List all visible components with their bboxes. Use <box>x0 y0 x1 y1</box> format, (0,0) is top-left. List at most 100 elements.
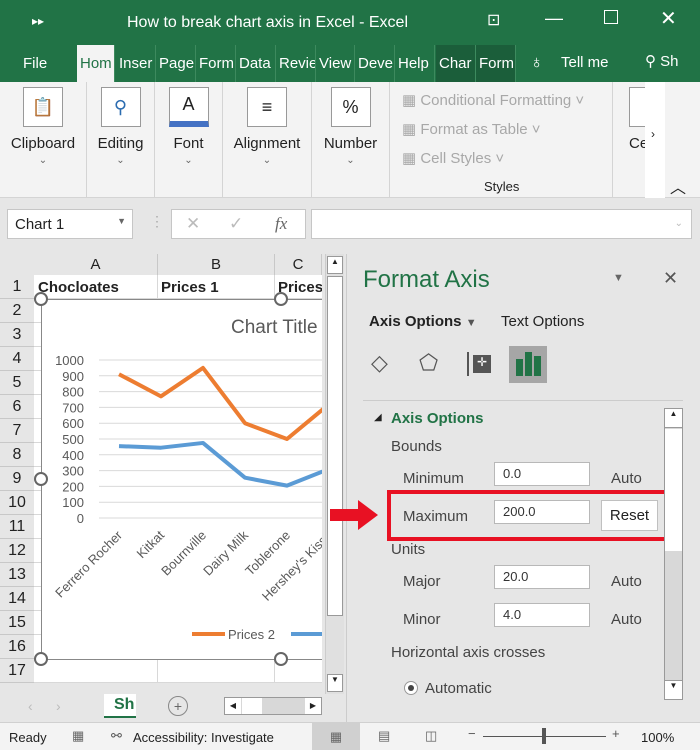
minor-input[interactable]: 4.0 <box>494 603 590 627</box>
insert-function-button[interactable]: fx <box>275 214 287 234</box>
add-sheet-button[interactable]: + <box>168 696 188 716</box>
size-properties-icon[interactable]: ✛ <box>467 352 493 376</box>
close-button[interactable]: ✕ <box>660 6 677 31</box>
row-header[interactable]: 10 <box>0 491 34 515</box>
axis-options-icon[interactable] <box>509 346 547 383</box>
row-header[interactable]: 7 <box>0 419 34 443</box>
scroll-down-button[interactable]: ▼ <box>327 674 343 692</box>
collapse-section-icon[interactable]: ◢ <box>374 412 382 423</box>
number-group[interactable]: % Number ⌄ <box>312 82 390 198</box>
editing-group[interactable]: ⚲ Editing ⌄ <box>87 82 155 198</box>
pane-scroll-thumb[interactable] <box>665 429 682 551</box>
tab-help[interactable]: Help <box>395 45 435 82</box>
major-input[interactable]: 20.0 <box>494 565 590 589</box>
tab-view[interactable]: View <box>316 45 355 82</box>
scroll-thumb[interactable] <box>327 276 343 616</box>
cancel-icon[interactable]: ✕ <box>186 214 200 234</box>
tab-developer[interactable]: Deve <box>355 45 395 82</box>
reset-button[interactable]: Reset <box>601 500 658 531</box>
row-header[interactable]: 2 <box>0 299 34 323</box>
zoom-in-button[interactable]: + <box>612 726 620 741</box>
macro-icon[interactable]: ▦ <box>72 728 84 744</box>
scroll-right-button[interactable]: ▶ <box>305 698 321 714</box>
text-options-tab[interactable]: Text Options <box>501 313 584 330</box>
tab-chart-format[interactable]: Form <box>476 45 516 82</box>
resize-handle-tl[interactable] <box>34 292 48 306</box>
column-header-b[interactable]: B <box>158 254 275 275</box>
row-header[interactable]: 6 <box>0 395 34 419</box>
column-header-c[interactable]: C <box>275 254 322 275</box>
row-header[interactable]: 5 <box>0 371 34 395</box>
resize-handle-ml[interactable] <box>34 472 48 486</box>
cells-group[interactable]: Ce <box>612 82 649 198</box>
font-group[interactable]: A Font ⌄ <box>155 82 223 198</box>
h-scroll-thumb[interactable] <box>242 698 262 714</box>
fill-line-icon[interactable]: ◇ <box>371 350 388 376</box>
collapse-ribbon-icon[interactable]: ︿ <box>670 174 686 198</box>
cell-b1[interactable]: Prices 1 <box>161 279 219 296</box>
resize-handle-br[interactable] <box>274 652 288 666</box>
sheet-tab[interactable]: Sh <box>104 694 136 718</box>
page-layout-view-button[interactable]: ▤ <box>378 728 390 744</box>
row-header[interactable]: 16 <box>0 635 34 659</box>
resize-handle-bl[interactable] <box>34 652 48 666</box>
vertical-scrollbar[interactable]: ▲ ▼ <box>325 254 344 694</box>
ribbon-scroll-right[interactable]: › <box>645 82 665 198</box>
row-header[interactable]: 11 <box>0 515 34 539</box>
cell-a1[interactable]: Chocloates <box>38 279 119 296</box>
select-all-corner[interactable] <box>0 254 34 275</box>
row-header[interactable]: 8 <box>0 443 34 467</box>
cell-styles-button[interactable]: ▦ Cell Styles ˅ <box>402 149 504 167</box>
row-header[interactable]: 15 <box>0 611 34 635</box>
row-header[interactable]: 13 <box>0 563 34 587</box>
row-header[interactable]: 9 <box>0 467 34 491</box>
tab-formulas[interactable]: Form <box>196 45 236 82</box>
next-sheet-icon[interactable]: › <box>56 698 61 714</box>
horizontal-scrollbar[interactable]: ◀ ▶ <box>224 697 322 715</box>
pane-options-dropdown[interactable]: ▼ <box>613 272 624 284</box>
row-header[interactable]: 1 <box>0 275 34 299</box>
pane-scroll-up[interactable]: ▲ <box>665 409 682 428</box>
formula-input[interactable]: ⌄ <box>311 209 692 239</box>
minimum-input[interactable]: 0.0 <box>494 462 590 486</box>
zoom-out-button[interactable]: − <box>468 726 476 741</box>
page-break-view-button[interactable]: ◫ <box>425 728 437 744</box>
pane-scroll-down[interactable]: ▼ <box>665 680 682 699</box>
normal-view-button[interactable]: ▦ <box>312 723 360 750</box>
format-as-table-button[interactable]: ▦ Format as Table ˅ <box>402 120 541 138</box>
tab-page-layout[interactable]: Page <box>156 45 196 82</box>
automatic-radio[interactable] <box>404 681 418 695</box>
effects-icon[interactable]: ⬠ <box>419 350 438 376</box>
close-pane-button[interactable]: ✕ <box>663 268 678 289</box>
pane-scrollbar[interactable]: ▲ ▼ <box>664 408 683 700</box>
tab-file[interactable]: File <box>20 45 50 82</box>
scroll-left-button[interactable]: ◀ <box>225 698 241 714</box>
tab-chart-design[interactable]: Char <box>436 45 476 82</box>
accessibility-status[interactable]: Accessibility: Investigate <box>133 730 274 745</box>
clipboard-group[interactable]: 📋 Clipboard ⌄ <box>0 82 87 198</box>
row-header[interactable]: 17 <box>0 659 34 683</box>
ribbon-display-icon[interactable]: ⊡ <box>487 10 500 30</box>
prev-sheet-icon[interactable]: ‹ <box>28 698 33 714</box>
scroll-up-button[interactable]: ▲ <box>327 256 343 274</box>
alignment-group[interactable]: ≡ Alignment ⌄ <box>223 82 312 198</box>
zoom-slider-thumb[interactable] <box>542 728 546 744</box>
accessibility-icon[interactable]: ⚯ <box>111 728 122 744</box>
minimize-button[interactable]: — <box>545 8 563 29</box>
axis-options-tab[interactable]: Axis Options ▼ <box>369 313 477 330</box>
tell-me-search[interactable]: Tell me <box>561 54 609 71</box>
tab-review[interactable]: Revie <box>276 45 316 82</box>
tab-insert[interactable]: Inser <box>116 45 156 82</box>
chart[interactable]: Chart Title 0 100 200 300 400 500 600 700 800 900 1… <box>41 299 322 660</box>
conditional-formatting-button[interactable]: ▦ Conditional Formatting ˅ <box>402 91 584 109</box>
row-header[interactable]: 14 <box>0 587 34 611</box>
tab-home[interactable]: Hom <box>77 45 115 82</box>
enter-icon[interactable]: ✓ <box>229 214 243 234</box>
zoom-level[interactable]: 100% <box>641 730 674 745</box>
axis-options-section[interactable]: Axis Options <box>391 410 484 427</box>
drag-handle[interactable]: ⋮ <box>150 213 164 230</box>
name-box[interactable]: Chart 1 ▼ <box>7 209 133 239</box>
share-button[interactable]: ⚲ Sh <box>645 52 679 70</box>
column-header-a[interactable]: A <box>34 254 158 275</box>
tab-data[interactable]: Data <box>236 45 276 82</box>
